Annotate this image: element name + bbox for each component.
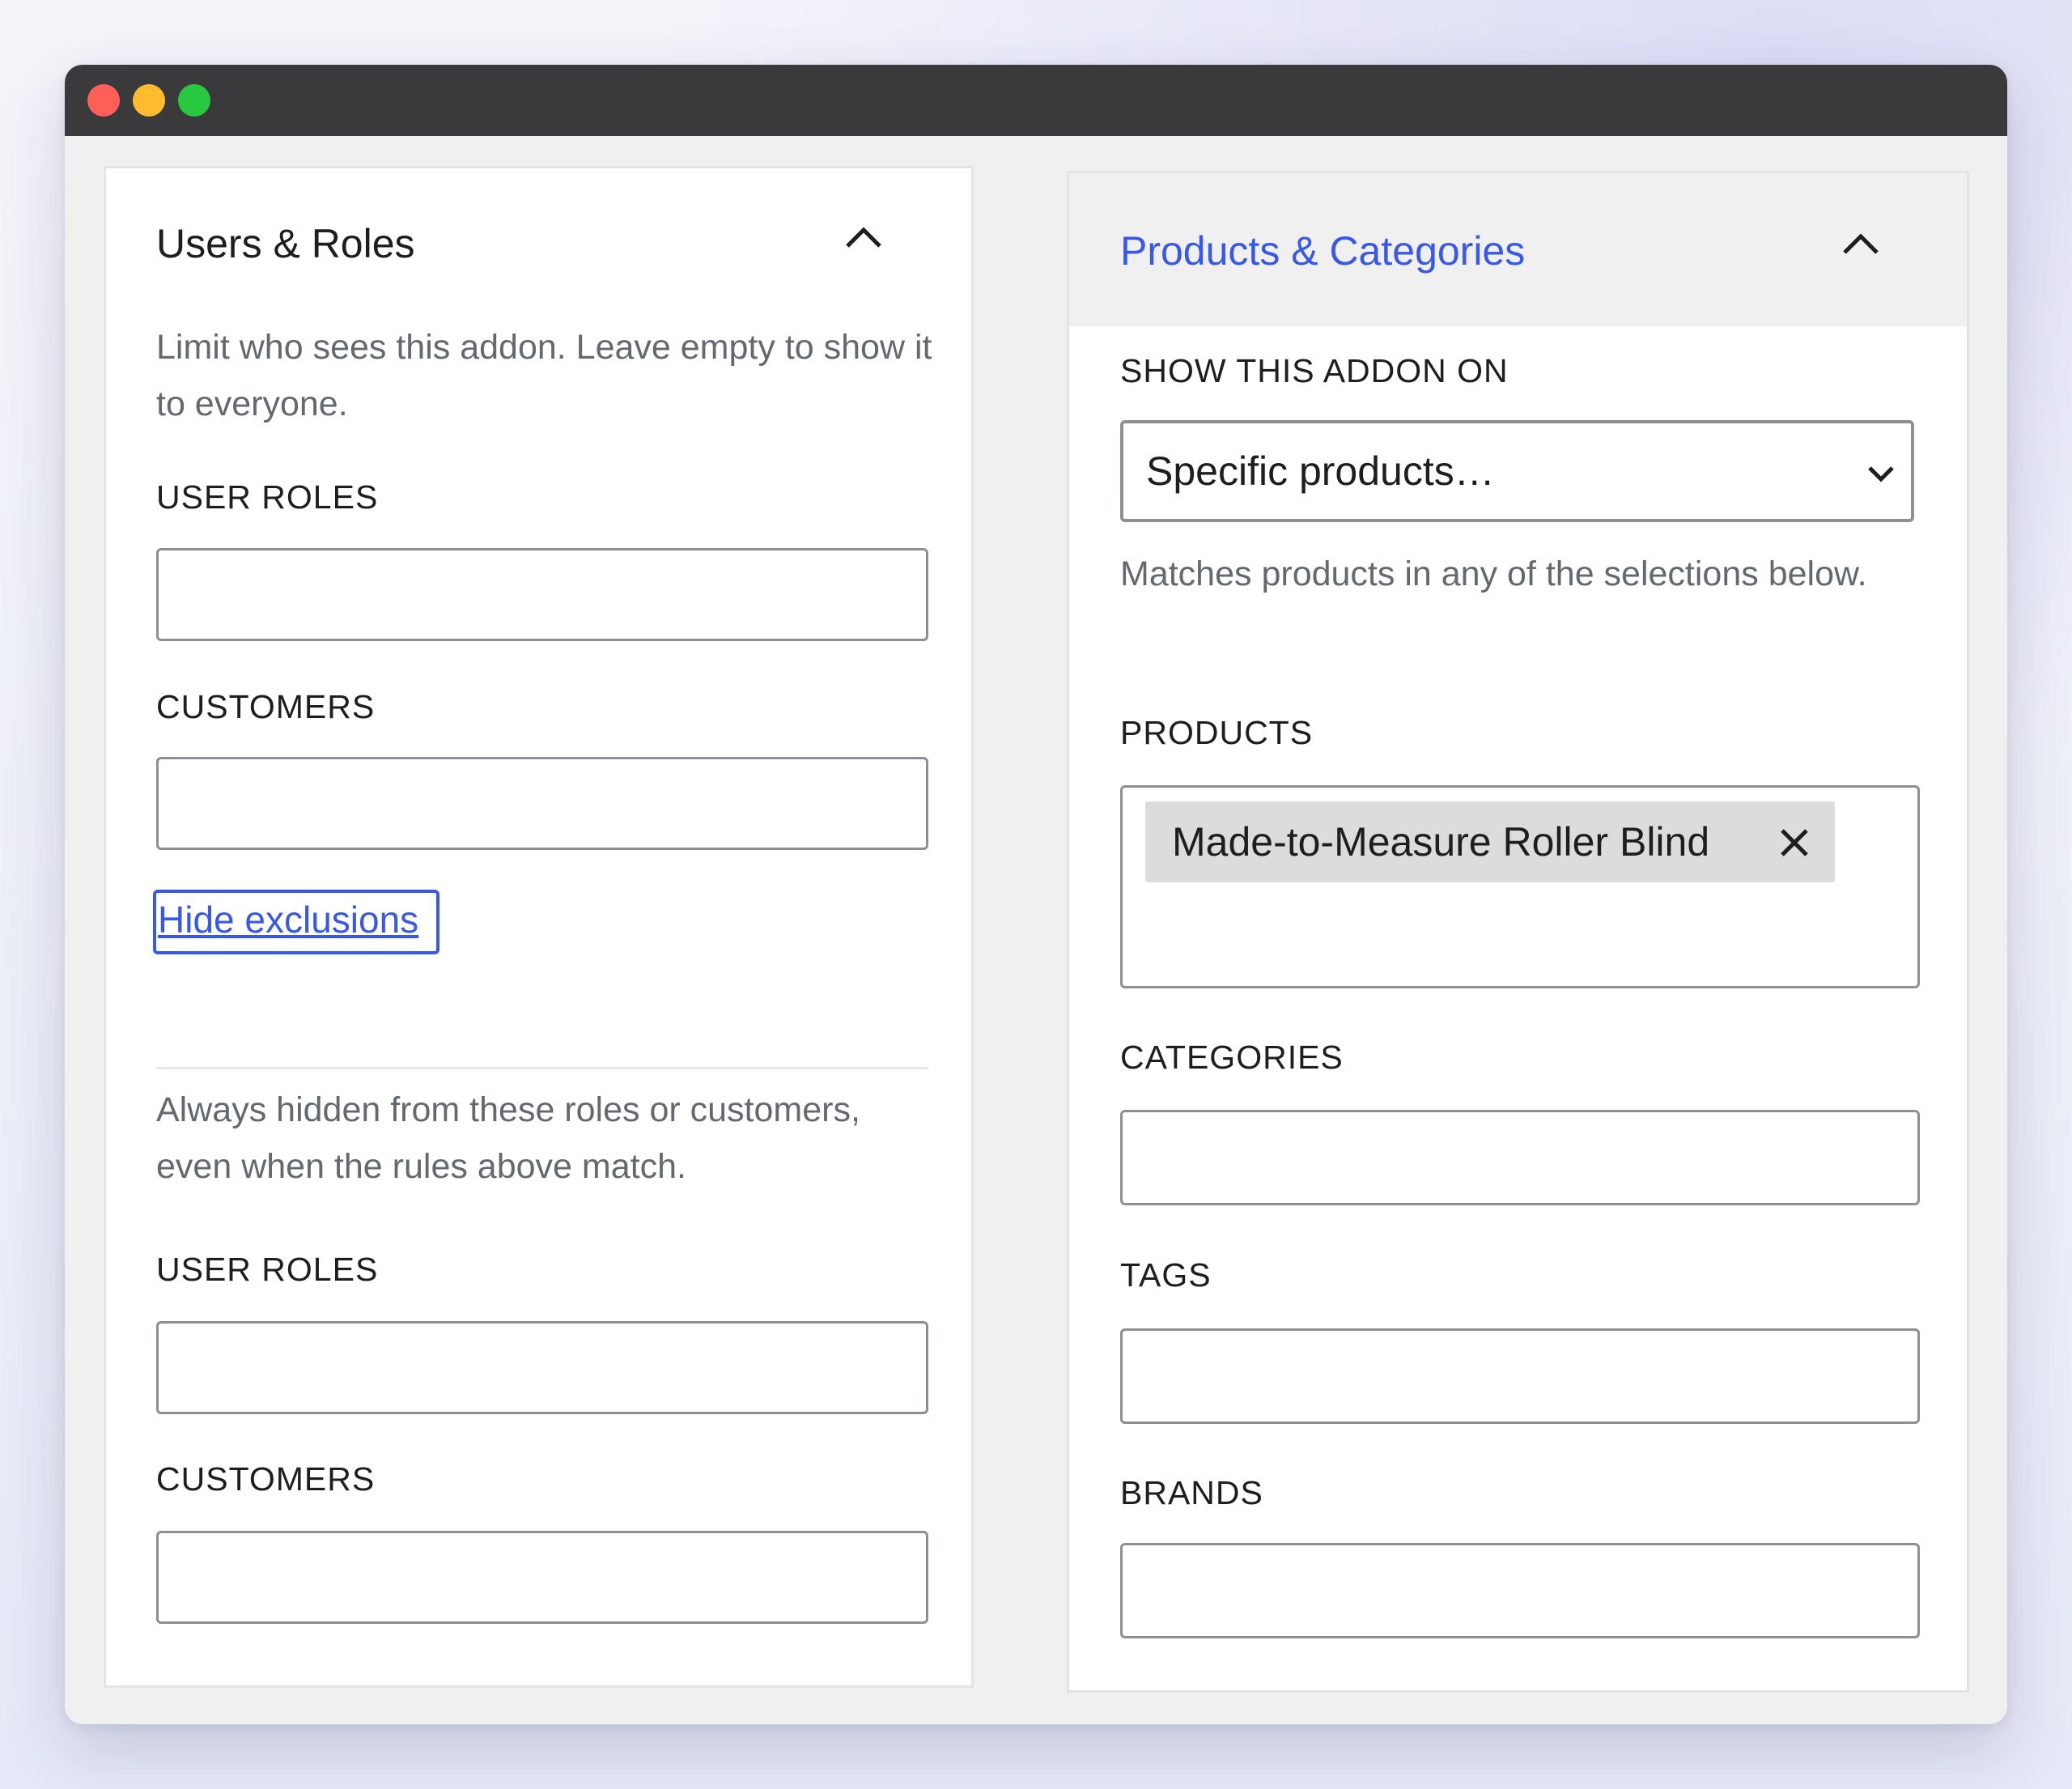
exclusions-description: Always hidden from these roles or custom…	[156, 1090, 860, 1186]
section-divider	[156, 1067, 928, 1069]
brands-input[interactable]	[1120, 1543, 1920, 1638]
collapse-users-roles-button[interactable]	[844, 225, 883, 253]
title-bar	[65, 65, 2007, 136]
tags-input[interactable]	[1120, 1328, 1920, 1424]
products-description: Matches products in any of the selection…	[1120, 555, 1867, 593]
collapse-products-categories-button[interactable]	[1841, 232, 1880, 260]
users-roles-title: Users & Roles	[156, 221, 415, 266]
exclude-user-roles-label: USER ROLES	[156, 1251, 379, 1288]
exclude-user-roles-input[interactable]	[156, 1321, 928, 1414]
categories-label: CATEGORIES	[1120, 1039, 1344, 1076]
minimize-window-button[interactable]	[133, 84, 165, 117]
brands-label: BRANDS	[1120, 1474, 1263, 1511]
close-window-button[interactable]	[87, 84, 120, 117]
hide-exclusions-link[interactable]: Hide exclusions	[153, 890, 439, 954]
user-roles-input[interactable]	[156, 548, 928, 641]
users-roles-description: Limit who sees this addon. Leave empty t…	[156, 328, 932, 423]
chevron-down-icon	[1868, 466, 1894, 482]
exclude-customers-label: CUSTOMERS	[156, 1460, 376, 1498]
customers-input[interactable]	[156, 757, 928, 850]
product-chip-label: Made-to-Measure Roller Blind	[1172, 819, 1710, 865]
close-icon[interactable]	[1779, 827, 1810, 858]
chevron-up-icon	[846, 227, 881, 248]
show-on-label: SHOW THIS ADDON ON	[1120, 352, 1509, 389]
user-roles-label: USER ROLES	[156, 478, 379, 516]
show-on-selected-value: Specific products…	[1146, 448, 1495, 494]
products-categories-header[interactable]: Products & Categories	[1069, 173, 1967, 326]
show-on-select[interactable]: Specific products…	[1120, 420, 1914, 522]
products-multiselect[interactable]: Made-to-Measure Roller Blind	[1120, 785, 1920, 988]
users-roles-panel: Users & Roles Limit who sees this addon.…	[104, 166, 974, 1688]
categories-input[interactable]	[1120, 1110, 1920, 1205]
products-categories-title: Products & Categories	[1120, 228, 1526, 274]
products-categories-panel: Products & Categories SHOW THIS ADDON ON…	[1067, 171, 1969, 1693]
product-chip: Made-to-Measure Roller Blind	[1145, 801, 1835, 882]
customers-label: CUSTOMERS	[156, 688, 376, 725]
tags-label: TAGS	[1120, 1256, 1212, 1294]
products-label: PRODUCTS	[1120, 714, 1314, 751]
zoom-window-button[interactable]	[178, 84, 210, 117]
app-window: Users & Roles Limit who sees this addon.…	[65, 65, 2007, 1724]
exclude-customers-input[interactable]	[156, 1531, 928, 1624]
chevron-up-icon	[1843, 233, 1879, 254]
